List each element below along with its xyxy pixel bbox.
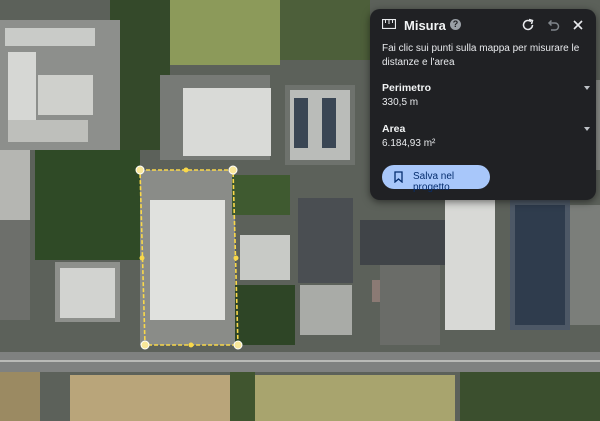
perimeter-label: Perimetro	[382, 82, 432, 94]
chevron-down-icon[interactable]	[584, 127, 590, 131]
panel-title: Misura	[404, 18, 446, 33]
area-row[interactable]: Area 6.184,93 m²	[382, 123, 590, 149]
perimeter-row[interactable]: Perimetro 330,5 m	[382, 82, 590, 108]
ruler-icon	[382, 19, 396, 29]
close-icon[interactable]	[570, 17, 586, 33]
measure-point[interactable]	[140, 340, 150, 350]
measure-point[interactable]	[228, 165, 238, 175]
chevron-down-icon[interactable]	[584, 86, 590, 90]
perimeter-value: 330,5 m	[382, 97, 419, 108]
measure-point[interactable]	[135, 165, 145, 175]
area-label: Area	[382, 123, 406, 135]
measure-midpoint[interactable]	[183, 167, 189, 173]
bookmark-icon	[394, 171, 403, 183]
measure-point[interactable]	[233, 340, 243, 350]
measure-midpoint[interactable]	[139, 255, 145, 261]
panel-header: Misura ?	[370, 9, 596, 43]
refresh-icon[interactable]	[520, 17, 536, 33]
area-value: 6.184,93 m²	[382, 138, 436, 149]
help-icon[interactable]: ?	[450, 19, 461, 30]
undo-icon[interactable]	[545, 17, 561, 33]
save-to-project-button[interactable]: Salva nel progetto	[382, 165, 490, 193]
instructions-text: Fai clic sui punti sulla mappa per misur…	[382, 43, 580, 68]
measure-midpoint[interactable]	[233, 255, 239, 261]
save-button-label: Salva nel progetto	[413, 171, 455, 193]
measure-midpoint[interactable]	[188, 342, 194, 348]
measure-panel: Misura ? Fai clic sui punti sulla mappa …	[370, 9, 596, 200]
